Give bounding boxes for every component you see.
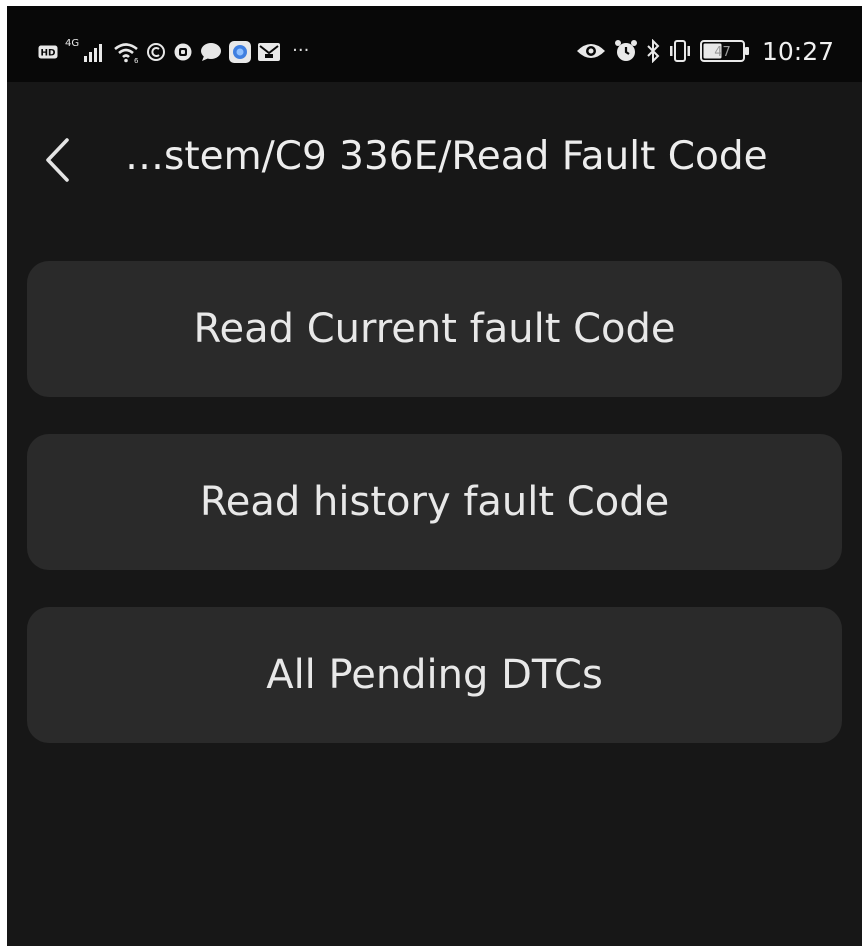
- overflow-indicator: ···: [292, 39, 310, 61]
- hd-icon: HD: [38, 45, 58, 59]
- app-notification-icon: [173, 42, 193, 62]
- svg-text:6: 6: [134, 57, 139, 63]
- vpn-icon: [146, 42, 166, 62]
- vibrate-icon: [668, 40, 692, 62]
- status-bar-right: 47 10:27: [576, 36, 834, 66]
- alarm-icon: [614, 39, 638, 63]
- signal-icon: [84, 42, 106, 62]
- status-bar-left: HD 4G 6 ···: [38, 38, 309, 66]
- bluetooth-icon: [646, 39, 660, 63]
- mail-icon: [258, 42, 281, 62]
- all-pending-dtcs-button[interactable]: All Pending DTCs: [27, 607, 842, 743]
- button-label: Read history fault Code: [199, 479, 670, 525]
- back-button[interactable]: [37, 132, 77, 192]
- read-current-fault-code-button[interactable]: Read Current fault Code: [27, 261, 842, 397]
- app-screen: HD 4G 6 ··· 47 10:27 …stem/C9 336E/Read …: [7, 6, 862, 946]
- chevron-left-icon: [43, 137, 71, 187]
- status-bar: HD 4G 6 ··· 47 10:27: [7, 6, 862, 82]
- battery-icon: 47: [699, 40, 750, 62]
- page-title: …stem/C9 336E/Read Fault Code: [125, 134, 768, 179]
- chat-icon: [200, 42, 222, 62]
- header: …stem/C9 336E/Read Fault Code: [7, 82, 862, 242]
- eye-comfort-icon: [576, 41, 606, 61]
- wifi-icon: 6: [113, 41, 139, 63]
- svg-text:HD: HD: [40, 49, 55, 59]
- battery-level: 47: [714, 45, 731, 60]
- button-label: All Pending DTCs: [266, 652, 603, 698]
- button-label: Read Current fault Code: [193, 306, 676, 352]
- browser-icon: [229, 41, 252, 63]
- read-history-fault-code-button[interactable]: Read history fault Code: [27, 434, 842, 570]
- status-time: 10:27: [761, 36, 834, 66]
- network-type-label: 4G: [65, 37, 80, 49]
